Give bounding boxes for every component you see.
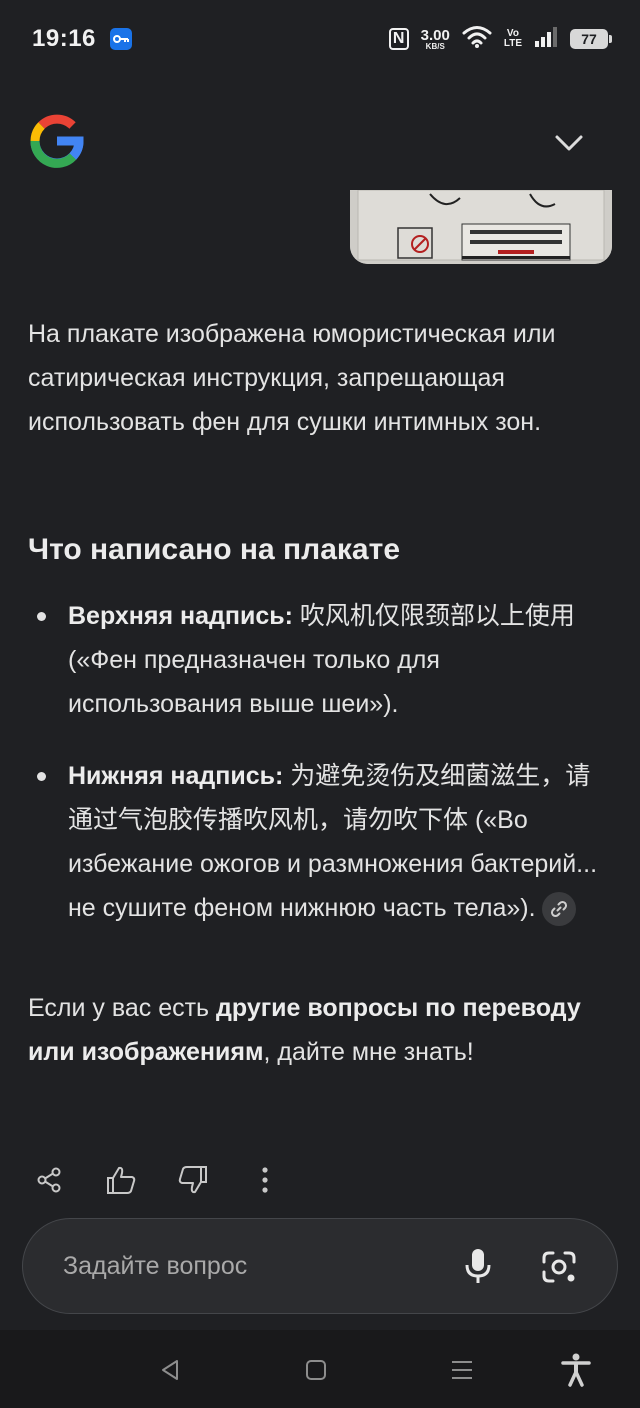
list-item: Верхняя надпись: 吹风机仅限颈部以上使用 («Фен предн… [28, 594, 614, 726]
bullet-list: Нижняя надпись: 为避免烫伤及细菌滋生，请通过气泡胶传播吹风机，请… [28, 754, 614, 930]
status-time: 19:16 [32, 25, 96, 52]
list-item: Нижняя надпись: 为避免烫伤及细菌滋生，请通过气泡胶传播吹风机，请… [28, 754, 614, 930]
volte-bottom: LTE [503, 38, 522, 49]
key-icon [109, 28, 132, 50]
battery-icon: 77 [570, 29, 612, 49]
source-link-chip[interactable] [541, 892, 576, 927]
nfc-icon: N [388, 28, 409, 50]
status-right: N 3.00 KB/S Vo LTE 77 [388, 25, 612, 54]
back-icon[interactable] [148, 1348, 192, 1392]
camera-lens-icon[interactable] [533, 1241, 585, 1293]
network-speed-unit: KB/S [425, 41, 445, 51]
response-intro: На плакате изображена юмористическая или… [28, 320, 556, 436]
google-g-logo [30, 114, 84, 168]
response-content: На плакате изображена юмористическая или… [28, 312, 614, 1066]
network-speed-value: 3.00 [420, 26, 450, 44]
uploaded-image-thumbnail[interactable] [350, 190, 612, 264]
ask-input-bar[interactable]: Задайте вопрос [22, 1218, 618, 1314]
response-heading: Что написано на плакате [28, 533, 400, 566]
thumbs-up-icon[interactable] [98, 1157, 144, 1203]
thumbs-down-icon[interactable] [170, 1157, 216, 1203]
chevron-down-icon[interactable] [546, 120, 592, 166]
outro-suffix: , дайте мне знать! [263, 1038, 474, 1066]
signal-icon [534, 26, 558, 52]
system-nav-bar [0, 1330, 640, 1408]
accessibility-icon[interactable] [554, 1348, 598, 1392]
outro-prefix: Если у вас есть [28, 994, 217, 1022]
share-icon[interactable] [26, 1157, 72, 1203]
bullet-label: Верхняя надпись: [68, 602, 293, 630]
wifi-icon [462, 25, 492, 54]
network-speed: 3.00 KB/S [421, 28, 450, 51]
recents-icon[interactable] [440, 1348, 484, 1392]
mic-icon[interactable] [453, 1241, 503, 1291]
link-icon [550, 901, 567, 918]
home-icon[interactable] [294, 1348, 338, 1392]
volte-indicator: Vo LTE [504, 29, 522, 49]
more-vert-icon[interactable] [242, 1157, 288, 1203]
top-bar [0, 100, 640, 184]
bullet-list: Верхняя надпись: 吹风机仅限颈部以上使用 («Фен предн… [28, 594, 614, 726]
response-outro: Если у вас есть другие вопросы по перево… [28, 986, 614, 1074]
status-bar: 19:16 N 3.00 KB/S Vo LTE 77 [0, 0, 640, 78]
response-actions [26, 1156, 288, 1204]
status-left: 19:16 [32, 25, 132, 53]
bullet-label: Нижняя надпись: [68, 762, 284, 790]
